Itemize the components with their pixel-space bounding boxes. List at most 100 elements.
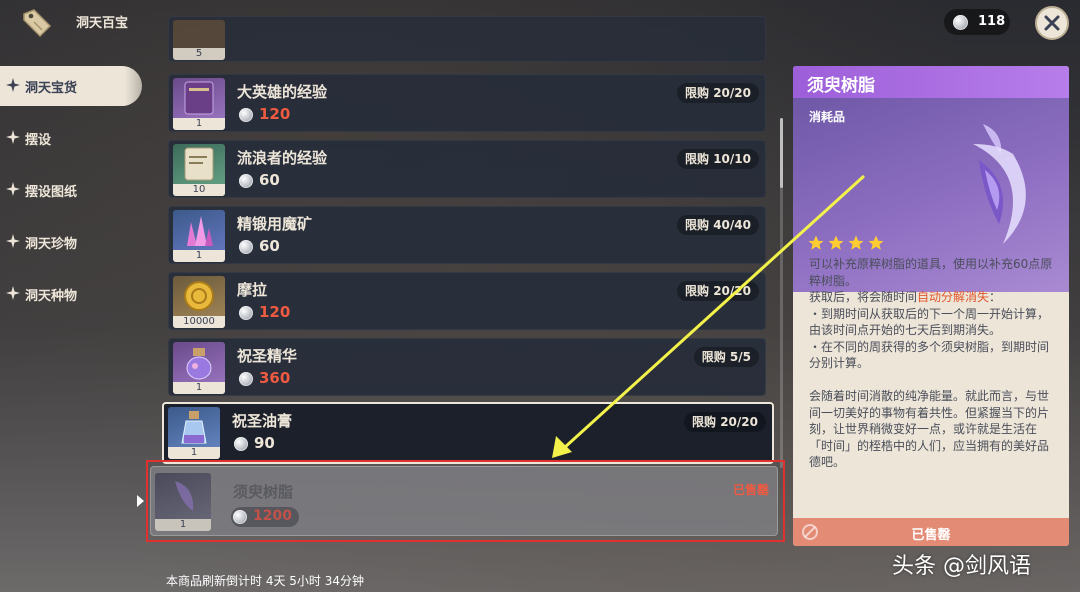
- star-icon: [828, 235, 844, 250]
- item-thumbnail: 10: [173, 144, 225, 196]
- purchase-limit-badge: 限购 5/5: [693, 347, 759, 367]
- desc-paragraph: 获取后，将会随时间自动分解消失：: [809, 289, 1055, 306]
- purchase-limit-badge: 限购 20/20: [677, 83, 759, 103]
- list-scrollbar[interactable]: [780, 118, 783, 468]
- item-quantity: 1: [173, 250, 225, 262]
- essence-bottle-icon: [186, 348, 212, 380]
- realm-currency-icon: [239, 372, 253, 386]
- purchase-limit-badge: 限购 20/20: [684, 412, 766, 432]
- purchase-limit-badge: 限购 10/10: [677, 149, 759, 169]
- shop-tag-icon: [23, 9, 52, 38]
- desc-highlight: 自动分解消失: [917, 290, 990, 304]
- sidebar-item-seeds[interactable]: 洞天种物: [0, 268, 150, 320]
- item-quantity: 10000: [173, 316, 225, 328]
- sidebar-item-label: 摆设图纸: [25, 185, 78, 200]
- annotation-highlight-box: [146, 460, 785, 542]
- star-icon: [808, 235, 824, 250]
- currency-value: 118: [978, 14, 1006, 29]
- item-thumbnail: 1: [173, 342, 225, 394]
- realm-currency-icon: [239, 108, 253, 122]
- list-item[interactable]: 1 大英雄的经验 120 限购 20/20: [168, 74, 766, 132]
- item-thumbnail: 5: [173, 20, 225, 60]
- item-thumbnail: 1: [173, 210, 225, 262]
- item-price: 120: [259, 105, 291, 123]
- list-item[interactable]: 1 祝圣精华 360 限购 5/5: [168, 338, 766, 396]
- purchase-limit-badge: 限购 20/20: [677, 281, 759, 301]
- list-item[interactable]: 10 流浪者的经验 60 限购 10/10: [168, 140, 766, 198]
- close-button[interactable]: [1035, 6, 1069, 40]
- item-price: 60: [259, 171, 280, 189]
- sidebar-item-blueprints[interactable]: 摆设图纸: [0, 164, 150, 216]
- item-description: 可以补充原粹树脂的道具，使用以补充60点原粹树脂。 获取后，将会随时间自动分解消…: [809, 256, 1055, 471]
- desc-text: ：: [989, 290, 1002, 304]
- star-icon: [868, 235, 884, 250]
- star-icon: [848, 235, 864, 250]
- list-item[interactable]: 10000 摩拉 120 限购 20/20: [168, 272, 766, 330]
- sidebar-item-furnishings[interactable]: 摆设: [0, 112, 150, 164]
- detail-header: 须臾树脂: [793, 66, 1069, 98]
- crystal-ore-icon: [187, 216, 213, 246]
- item-quantity: 1: [173, 118, 225, 130]
- green-book-icon: [184, 147, 214, 181]
- sidebar-item-label: 洞天珍物: [25, 237, 78, 252]
- sold-out-button[interactable]: 已售罄: [793, 518, 1069, 546]
- desc-paragraph: ・在不同的周获得的多个须臾树脂，到期时间分别计算。: [809, 339, 1050, 371]
- item-quantity: 1: [173, 382, 225, 394]
- item-price: 360: [259, 369, 291, 387]
- desc-paragraph: 会随着时间消散的纯净能量。就此而言，与世间一切美好的事物有着共性。但紧握当下的片…: [809, 389, 1050, 469]
- item-name: 精锻用魔矿: [237, 215, 313, 233]
- realm-currency-icon: [234, 437, 248, 451]
- sparkle-icon: [6, 130, 20, 144]
- watermark: 头条 @剑风语: [892, 554, 1031, 579]
- item-category: 消耗品: [809, 110, 846, 124]
- category-sidebar: 洞天宝货 摆设 摆设图纸 洞天珍物 洞天种物: [0, 60, 150, 320]
- refresh-countdown: 本商品刷新倒计时 4天 5小时 34分钟: [166, 574, 364, 588]
- purchase-limit-badge: 限购 40/40: [677, 215, 759, 235]
- rarity-stars: [807, 234, 885, 252]
- sparkle-icon: [6, 234, 20, 248]
- item-name: 祝圣精华: [237, 347, 298, 365]
- sidebar-item-treasures[interactable]: 洞天珍物: [0, 216, 150, 268]
- item-quantity: 1: [168, 447, 220, 459]
- sidebar-item-label: 摆设: [25, 133, 52, 148]
- realm-currency-icon: [239, 306, 253, 320]
- item-thumbnail: 10000: [173, 276, 225, 328]
- detail-title: 须臾树脂: [807, 76, 875, 96]
- shop-title: 洞天百宝: [76, 16, 129, 31]
- mora-coin-icon: [184, 281, 214, 311]
- item-thumbnail: 1: [173, 78, 225, 130]
- desc-paragraph: 可以补充原粹树脂的道具，使用以补充60点原粹树脂。: [809, 257, 1053, 288]
- sidebar-item-label: 洞天宝货: [25, 81, 78, 96]
- item-thumbnail: 1: [168, 407, 220, 459]
- currency-display: 118: [944, 9, 1010, 35]
- realm-currency-icon: [953, 15, 968, 30]
- sparkle-icon: [6, 78, 20, 92]
- item-name: 大英雄的经验: [237, 83, 328, 101]
- list-item[interactable]: 1 精锻用魔矿 60 限购 40/40: [168, 206, 766, 264]
- scrollbar-thumb[interactable]: [780, 118, 783, 188]
- item-name: 流浪者的经验: [237, 149, 328, 167]
- list-item[interactable]: 1 祝圣油膏 90 限购 20/20: [162, 402, 774, 464]
- item-detail-panel: 须臾树脂 消耗品 可以补充原粹树脂的道具，使用以补充60点原粹树脂。 获取后，将…: [793, 66, 1069, 546]
- item-quantity: 5: [173, 48, 225, 60]
- item-price: 60: [259, 237, 280, 255]
- purple-book-icon: [184, 81, 214, 115]
- selection-pointer-icon: [137, 495, 144, 507]
- list-item-partial[interactable]: 5: [168, 16, 766, 62]
- item-quantity: 10: [173, 184, 225, 196]
- realm-currency-icon: [239, 240, 253, 254]
- sold-out-label: 已售罄: [911, 528, 951, 543]
- item-price: 90: [254, 434, 275, 452]
- item-name: 祝圣油膏: [232, 412, 293, 430]
- sparkle-icon: [6, 286, 20, 300]
- close-icon: [1044, 15, 1060, 31]
- desc-paragraph: ・到期时间从获取后的下一个周一开始计算，由该时间点开始的七天后到期消失。: [809, 306, 1050, 338]
- sparkle-icon: [6, 182, 20, 196]
- item-name: 摩拉: [237, 281, 268, 299]
- sidebar-item-realm-wares[interactable]: 洞天宝货: [0, 66, 142, 106]
- desc-text: 获取后，将会随时间: [809, 290, 918, 304]
- realm-currency-icon: [239, 174, 253, 188]
- sidebar-item-label: 洞天种物: [25, 289, 78, 304]
- resin-crescent-icon: [973, 124, 1026, 244]
